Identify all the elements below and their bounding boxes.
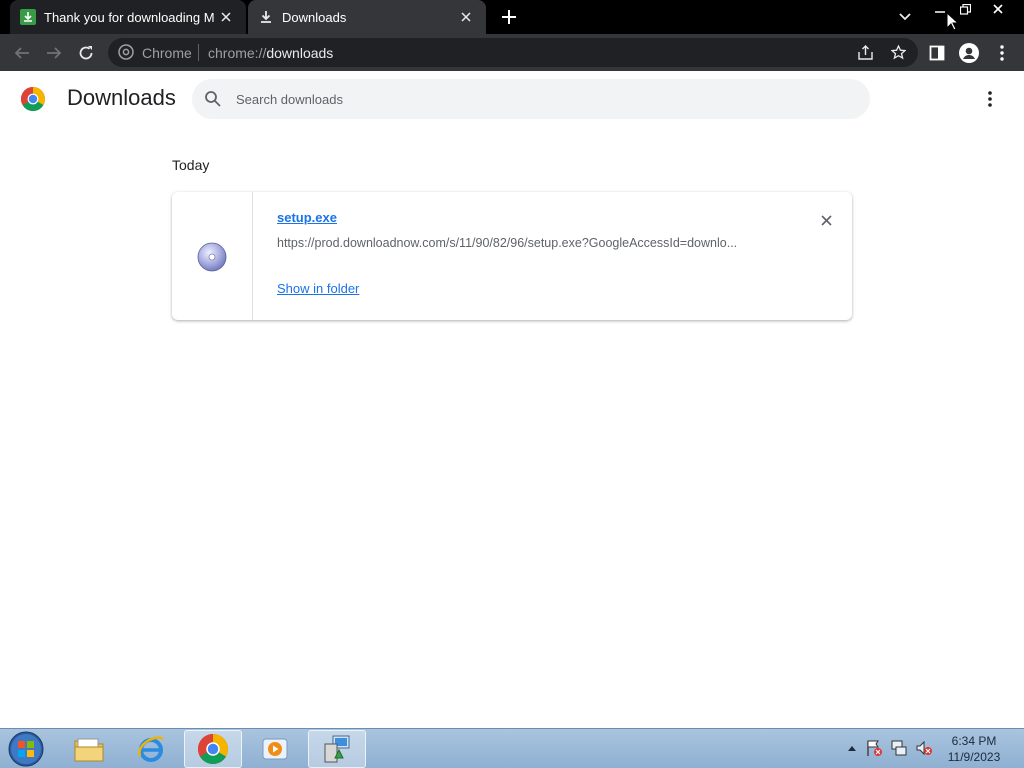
profile-avatar-icon[interactable] — [955, 39, 983, 67]
network-icon[interactable] — [889, 737, 909, 759]
date-section-header: Today — [172, 157, 210, 173]
tab-close-icon[interactable] — [454, 5, 478, 29]
url-prefix: chrome:// — [208, 45, 267, 61]
tab-thank-you[interactable]: Thank you for downloading Microsoft — [10, 0, 246, 34]
download-item-card: setup.exe https://prod.downloadnow.com/s… — [172, 192, 852, 320]
show-hidden-icons-up-arrow-icon[interactable] — [842, 737, 862, 759]
disc-icon — [197, 242, 227, 272]
downloads-page: Downloads Today — [0, 71, 1024, 728]
file-icon-column — [172, 192, 253, 320]
tab-search-chevron-down-icon[interactable] — [895, 7, 915, 27]
download-site-favicon-icon — [20, 9, 36, 25]
system-clock[interactable]: 6:34 PM 11/9/2023 — [940, 733, 1008, 765]
site-label: Chrome — [142, 45, 192, 61]
file-source-url[interactable]: https://prod.downloadnow.com/s/11/90/82/… — [277, 236, 777, 250]
taskbar-chrome[interactable] — [184, 730, 242, 768]
chrome-logo-icon — [21, 87, 45, 111]
windows-start-orb-icon — [8, 731, 44, 767]
download-icon — [258, 9, 274, 25]
taskbar-internet-explorer[interactable] — [122, 730, 180, 768]
show-in-folder-link[interactable]: Show in folder — [277, 281, 359, 296]
tab-title: Thank you for downloading Microsoft — [44, 9, 214, 25]
close-window-icon[interactable] — [983, 0, 1013, 18]
folder-icon — [74, 738, 104, 762]
taskbar-media-player[interactable] — [246, 730, 304, 768]
mouse-cursor-icon — [946, 12, 958, 31]
page-title: Downloads — [67, 85, 176, 110]
tab-close-icon[interactable] — [214, 5, 238, 29]
reload-icon[interactable] — [72, 39, 100, 67]
remove-download-close-icon[interactable] — [816, 210, 836, 230]
side-panel-icon[interactable] — [923, 39, 951, 67]
address-bar[interactable]: Chrome chrome://downloads — [108, 38, 918, 67]
start-button[interactable] — [6, 730, 46, 768]
omnibox-separator — [198, 44, 199, 61]
screen: Thank you for downloading Microsoft Down… — [0, 0, 1024, 768]
volume-muted-icon[interactable] — [914, 737, 934, 759]
taskbar-installer[interactable] — [308, 730, 366, 768]
media-player-icon — [262, 738, 288, 760]
share-icon[interactable] — [854, 41, 876, 63]
tab-title: Downloads — [282, 9, 347, 25]
bookmark-star-icon[interactable] — [887, 41, 909, 63]
url-host: downloads — [266, 45, 334, 61]
search-box[interactable] — [192, 79, 870, 119]
installer-icon — [324, 735, 350, 763]
windows-taskbar: 6:34 PM 11/9/2023 — [0, 728, 1024, 768]
forward-arrow-icon[interactable] — [40, 39, 68, 67]
chrome-icon — [198, 734, 228, 764]
clock-time: 6:34 PM — [951, 734, 997, 748]
taskbar-file-explorer[interactable] — [60, 730, 118, 768]
new-tab-plus-icon[interactable] — [498, 6, 520, 28]
toolbar: Chrome chrome://downloads — [0, 34, 1024, 71]
tab-strip: Thank you for downloading Microsoft Down… — [0, 0, 1024, 34]
url-text[interactable]: chrome://downloads — [208, 45, 333, 61]
chrome-page-icon — [118, 44, 134, 60]
internet-explorer-icon — [138, 736, 164, 762]
clock-date: 11/9/2023 — [947, 750, 1001, 764]
back-arrow-icon[interactable] — [8, 39, 36, 67]
browser-menu-icon[interactable] — [988, 39, 1016, 67]
more-actions-icon[interactable] — [978, 87, 1002, 111]
tab-downloads[interactable]: Downloads — [248, 0, 486, 34]
search-icon — [205, 91, 221, 107]
search-input[interactable] — [236, 79, 856, 119]
action-center-flag-icon[interactable] — [864, 737, 884, 759]
file-name-link[interactable]: setup.exe — [277, 210, 337, 225]
